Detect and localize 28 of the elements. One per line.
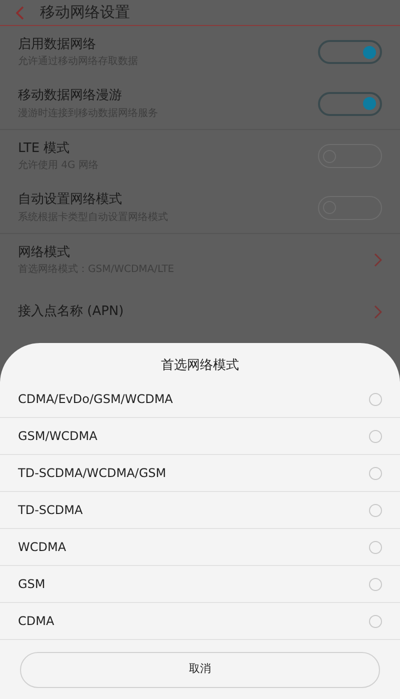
network-mode-option[interactable]: GSM/WCDMA [0,418,400,455]
network-mode-option[interactable]: TD-SCDMA [0,492,400,529]
radio-button[interactable] [369,540,382,554]
network-mode-option[interactable]: CDMA/EvDo/GSM/WCDMA [0,381,400,418]
network-mode-option[interactable]: WCDMA [0,529,400,566]
screen-title: 移动网络设置 [40,2,130,24]
radio-button[interactable] [369,430,382,442]
toggle-switch[interactable] [318,92,382,116]
network-mode-option[interactable]: CDMA [0,603,400,640]
radio-button[interactable] [369,466,382,480]
setting-title: 自动设置网络模式 [18,191,123,210]
back-icon[interactable] [16,6,24,20]
chevron-right-icon [374,305,382,319]
setting-title: 移动数据网络漫游 [18,87,123,106]
cancel-button[interactable]: 取消 [20,652,380,688]
setting-title: 网络模式 [18,244,71,262]
toggle-switch[interactable] [318,40,382,64]
radio-button[interactable] [369,578,382,590]
network-mode-option[interactable]: GSM [0,566,400,603]
radio-button[interactable] [369,504,382,516]
setting-title: LTE 模式 [18,140,71,158]
radio-button[interactable] [369,392,382,406]
sheet-title: 首选网络模式 [161,357,239,376]
setting-title: 启用数据网络 [18,36,97,54]
setting-title: 接入点名称 (APN) [18,303,124,322]
chevron-right-icon [374,253,382,267]
radio-button[interactable] [369,614,382,628]
network-mode-option[interactable]: TD-SCDMA/WCDMA/GSM [0,455,400,492]
